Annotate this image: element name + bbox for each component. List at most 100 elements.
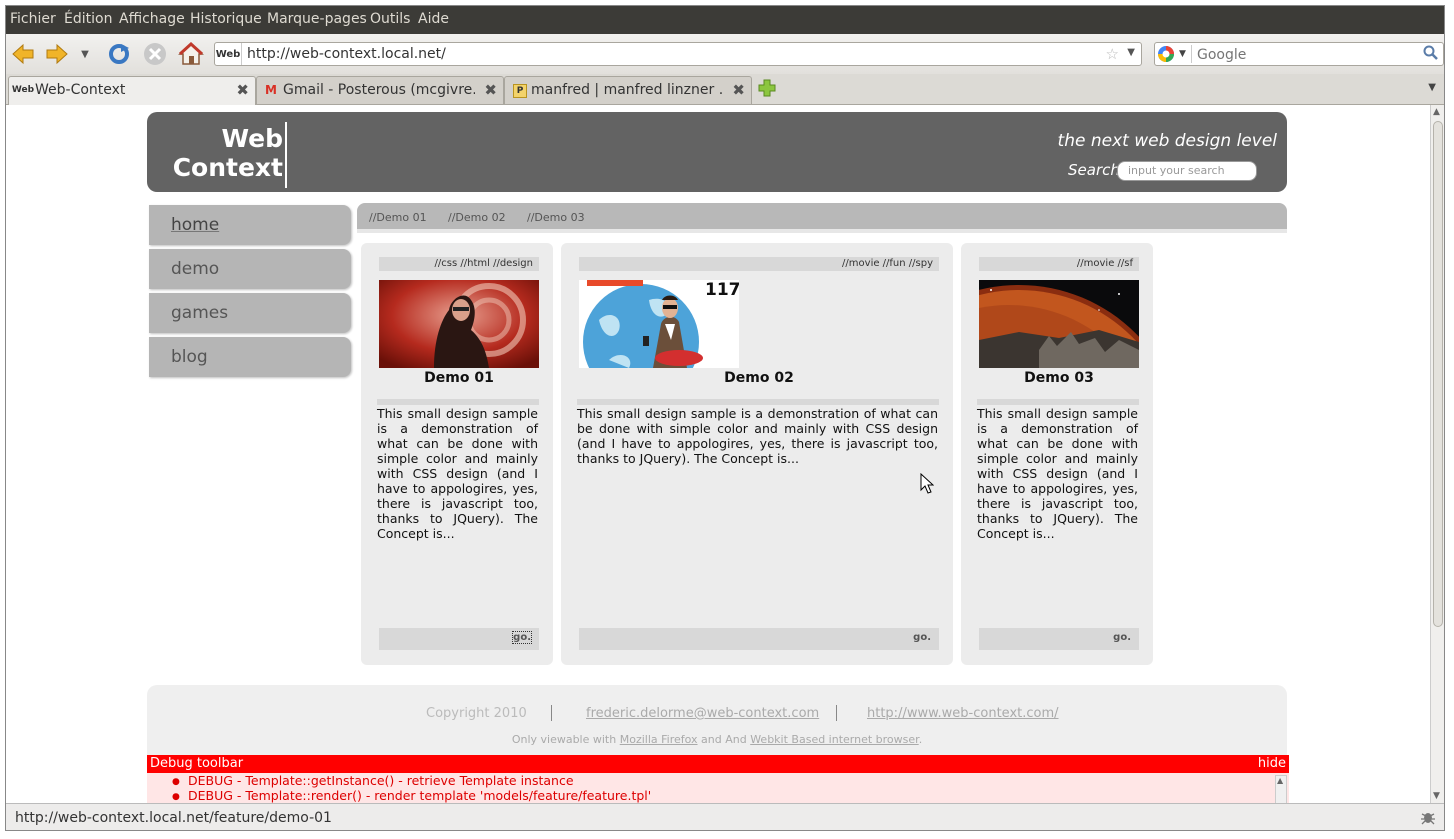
nav-item-home[interactable]: home: [149, 205, 351, 245]
google-icon: [1158, 46, 1174, 62]
history-dropdown-button[interactable]: ▼: [78, 41, 92, 67]
card-title[interactable]: Demo 03: [979, 370, 1139, 386]
card-footer: go.: [379, 628, 539, 650]
close-tab-icon[interactable]: ✖: [732, 81, 745, 99]
logo-line-2: Context: [172, 153, 283, 182]
webkit-link[interactable]: Webkit Based internet browser: [750, 733, 918, 746]
search-bar[interactable]: ▼: [1154, 42, 1444, 66]
scroll-down-icon[interactable]: ▼: [1433, 791, 1440, 801]
url-dropdown-icon[interactable]: ▼: [1127, 47, 1135, 58]
firebug-icon[interactable]: [1420, 809, 1436, 829]
search-input[interactable]: [1195, 45, 1419, 65]
site-search-input[interactable]: input your search: [1117, 161, 1257, 181]
card-description: This small design sample is a demonstrat…: [977, 406, 1138, 541]
status-text: http://web-context.local.net/feature/dem…: [15, 810, 332, 826]
card-divider: [577, 399, 939, 405]
menu-outils[interactable]: Outils: [370, 11, 410, 27]
card-footer: go.: [979, 628, 1139, 650]
menu-historique[interactable]: Historique: [190, 11, 262, 27]
search-go-icon[interactable]: [1423, 45, 1439, 65]
movie-badge: 117: [705, 280, 739, 300]
search-engine-selector[interactable]: ▼: [1157, 45, 1192, 63]
email-link[interactable]: frederic.delorme@web-context.com: [586, 706, 819, 721]
bookmark-star-icon[interactable]: ☆: [1106, 45, 1119, 63]
url-text[interactable]: http://web-context.local.net/: [247, 46, 446, 62]
note-prefix: Only viewable with: [511, 733, 620, 746]
debug-toolbar: Debug toolbar hide DEBUG - Template::get…: [147, 755, 1289, 803]
card-divider: [977, 399, 1139, 405]
site-identity-icon[interactable]: Web: [215, 43, 242, 65]
go-link[interactable]: go.: [512, 631, 532, 644]
debug-scrollbar[interactable]: ▲: [1275, 775, 1287, 803]
card-tags: //movie //fun //spy: [579, 257, 939, 271]
scrollbar-thumb[interactable]: [1433, 121, 1443, 627]
crumb-demo-02[interactable]: //Demo 02: [448, 211, 506, 224]
browser-window: Fichier Édition Affichage Historique Mar…: [5, 5, 1445, 831]
card-divider: [377, 399, 539, 405]
menu-edition[interactable]: Édition: [64, 11, 112, 27]
debug-log: DEBUG - Template::getInstance() - retrie…: [172, 773, 651, 803]
new-tab-button[interactable]: [758, 79, 776, 97]
forward-button[interactable]: [44, 41, 70, 67]
navigation-toolbar: ▼ Web http://web-context.local.net/ ☆ ▼ …: [6, 34, 1444, 74]
nav-label: home: [171, 215, 220, 235]
tab-web-context[interactable]: Web Web-Context ✖: [8, 76, 256, 105]
demo-breadcrumb-bar: //Demo 01 //Demo 02 //Demo 03: [357, 203, 1287, 233]
scroll-up-icon[interactable]: ▲: [1277, 776, 1283, 785]
menu-affichage[interactable]: Affichage: [119, 11, 185, 27]
stop-icon: [144, 43, 166, 65]
logo-divider: [285, 122, 287, 188]
firefox-link[interactable]: Mozilla Firefox: [620, 733, 698, 746]
search-label: Search: [1068, 161, 1120, 179]
website-link[interactable]: http://www.web-context.com/: [867, 706, 1059, 721]
card-title[interactable]: Demo 02: [579, 370, 939, 386]
go-link[interactable]: go.: [1113, 632, 1131, 643]
nav-item-games[interactable]: games: [149, 293, 351, 333]
menu-bar: Fichier Édition Affichage Historique Mar…: [6, 6, 1444, 34]
note-mid: and And: [697, 733, 751, 746]
tab-label: manfred | manfred linzner ...: [531, 82, 723, 98]
demo-02-thumbnail[interactable]: 117: [579, 280, 739, 368]
tab-list-dropdown-icon[interactable]: ▼: [1428, 82, 1436, 93]
tab-manfred[interactable]: P manfred | manfred linzner ... ✖: [504, 76, 752, 104]
nav-label: games: [171, 303, 229, 323]
demo-card-02: //movie //fun //spy 117 Demo 02 This sma…: [561, 243, 953, 665]
home-button[interactable]: [178, 41, 204, 67]
site-header: Web Context the next web design level Se…: [147, 112, 1287, 192]
demo-03-thumbnail[interactable]: [979, 280, 1139, 368]
nav-item-demo[interactable]: demo: [149, 249, 351, 289]
side-navigation: home demo games blog: [149, 205, 351, 381]
debug-hide-link[interactable]: hide: [1258, 756, 1286, 771]
demo-card-03: //movie //sf Demo 03 This small design s…: [961, 243, 1153, 665]
web-content: Web Context the next web design level Se…: [6, 105, 1430, 803]
scroll-up-icon[interactable]: ▲: [1433, 107, 1440, 117]
page-scrollbar[interactable]: ▲ ▼: [1430, 105, 1444, 803]
status-bar: http://web-context.local.net/feature/dem…: [6, 803, 1444, 830]
reload-button[interactable]: [106, 41, 132, 67]
demo-01-thumbnail[interactable]: [379, 280, 539, 368]
site-logo[interactable]: Web Context: [171, 124, 283, 182]
back-button[interactable]: [10, 41, 36, 67]
card-tags: //css //html //design: [379, 257, 539, 271]
debug-line: DEBUG - Template::render() - render temp…: [172, 788, 651, 803]
menu-marque-pages[interactable]: Marque-pages: [267, 11, 367, 27]
menu-aide[interactable]: Aide: [418, 11, 449, 27]
demo-card-01: //css //html //design Demo 01 This small…: [361, 243, 553, 665]
tab-bar: Web Web-Context ✖ M Gmail - Posterous (m…: [6, 74, 1444, 105]
nav-item-blog[interactable]: blog: [149, 337, 351, 377]
go-link[interactable]: go.: [913, 632, 931, 643]
crumb-demo-01[interactable]: //Demo 01: [369, 211, 427, 224]
address-bar[interactable]: Web http://web-context.local.net/ ☆ ▼: [214, 42, 1142, 66]
close-tab-icon[interactable]: ✖: [236, 81, 249, 99]
browser-compat-note: Only viewable with Mozilla Firefox and A…: [147, 733, 1287, 746]
crumb-demo-03[interactable]: //Demo 03: [527, 211, 585, 224]
menu-fichier[interactable]: Fichier: [10, 11, 56, 27]
debug-line: DEBUG - Template::getInstance() - retrie…: [172, 773, 651, 788]
stop-button[interactable]: [142, 41, 168, 67]
close-tab-icon[interactable]: ✖: [484, 81, 497, 99]
tab-gmail[interactable]: M Gmail - Posterous (mcgivre... ✖: [256, 76, 504, 104]
card-title[interactable]: Demo 01: [379, 370, 539, 386]
nav-label: blog: [171, 347, 208, 367]
tab-label: Web-Context: [35, 82, 126, 98]
reload-icon: [109, 44, 129, 64]
